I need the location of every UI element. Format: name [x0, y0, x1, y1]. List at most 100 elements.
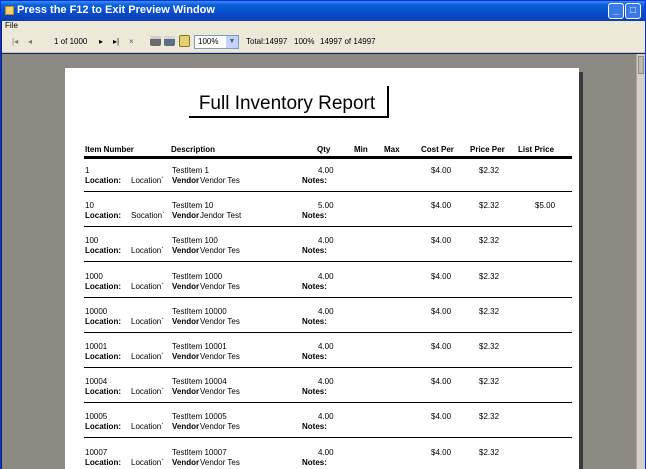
record-rule [84, 261, 572, 263]
record-row: 10005 TestItem 10005 4.00 $4.00 $2.32 Locatio… [84, 408, 572, 441]
minimize-icon[interactable]: _ [608, 3, 624, 19]
item-price: $2.32 [479, 377, 500, 387]
export-icon[interactable] [179, 35, 190, 47]
item-qty: 5.00 [318, 201, 334, 211]
item-cost: $4.00 [431, 201, 452, 211]
maximize-icon[interactable]: □ [625, 3, 641, 19]
vendor-label: Vendor [172, 352, 200, 361]
next-page-icon[interactable]: ▸ [99, 37, 103, 46]
location-value: Location` [131, 246, 164, 256]
item-price: $2.32 [479, 306, 500, 316]
location-value: Location` [131, 176, 164, 185]
record-row: 1000 TestItem 1000 4.00 $4.00 $2.32 Location:… [84, 268, 572, 301]
item-description: TestItem 10001 [172, 342, 227, 351]
item-description: TestItem 1 [172, 166, 209, 175]
item-qty: 4.00 [318, 447, 334, 457]
record-row: 10001 TestItem 10001 4.00 $4.00 $2.32 Locatio… [84, 338, 572, 371]
item-number: 10005 [85, 412, 108, 422]
item-qty: 4.00 [318, 412, 334, 422]
item-cost: $4.00 [431, 271, 452, 281]
item-qty: 4.00 [318, 377, 334, 387]
record-rule [84, 367, 572, 368]
record-rule [84, 402, 572, 404]
item-number: 10004 [85, 377, 108, 387]
record-row: 10007 TestItem 10007 4.00 $4.00 $2.32 Locatio… [84, 444, 572, 469]
last-page-icon[interactable]: ▸| [113, 37, 119, 46]
notes-label: Notes: [302, 387, 327, 397]
location-label: Location: [85, 281, 121, 291]
record-rule [84, 331, 572, 333]
item-cost: $4.00 [431, 342, 452, 351]
record-row: 1 TestItem 1 4.00 $4.00 $2.32 Location: Locati… [84, 162, 572, 195]
record-row: 10000 TestItem 10000 4.00 $4.00 $2.32 Locatio… [84, 303, 572, 336]
vendor-label: Vendor [172, 246, 200, 256]
preview-area[interactable]: Full Inventory Report Item Number Descri… [2, 54, 645, 469]
total-records: Total:14997 [246, 37, 288, 46]
menu-file[interactable]: File [5, 21, 18, 30]
location-value: Location` [131, 352, 164, 361]
item-description: TestItem 10005 [172, 412, 227, 422]
notes-label: Notes: [302, 352, 327, 361]
vendor-value: Vendor Tes [200, 316, 240, 326]
col-header-item-number: Item Number [85, 145, 134, 154]
notes-label: Notes: [302, 316, 327, 326]
vendor-label: Vendor [172, 316, 200, 326]
print-icon[interactable] [150, 36, 161, 46]
chevron-down-icon[interactable]: ▼ [226, 36, 238, 48]
col-header-description: Description [171, 145, 216, 154]
vendor-label: Vendor [172, 176, 200, 185]
scrollbar[interactable] [636, 54, 645, 469]
preview-window: Press the F12 to Exit Preview Window _ □… [0, 0, 646, 469]
item-number: 10007 [85, 447, 108, 457]
item-list-price: $5.00 [535, 201, 556, 211]
location-value: Location` [131, 316, 164, 326]
item-price: $2.32 [479, 412, 500, 422]
record-count: 14997 of 14997 [320, 37, 376, 46]
location-label: Location: [85, 316, 121, 326]
vendor-value: Vendor Tes [200, 246, 240, 256]
page-indicator[interactable]: 1 of 1000 [54, 37, 87, 46]
app-icon [5, 6, 14, 15]
print-setup-icon[interactable] [164, 36, 175, 46]
report-page: Full Inventory Report Item Number Descri… [65, 68, 579, 469]
title-bar[interactable]: Press the F12 to Exit Preview Window _ □ [1, 1, 645, 21]
item-cost: $4.00 [431, 377, 452, 387]
vendor-value: Vendor Tes [200, 352, 240, 361]
close-preview-icon[interactable]: × [129, 37, 134, 46]
item-description: TestItem 10007 [172, 447, 227, 457]
notes-label: Notes: [302, 176, 327, 185]
item-cost: $4.00 [431, 412, 452, 422]
item-qty: 4.00 [318, 166, 334, 175]
record-rule [84, 437, 572, 439]
record-row: 10 TestItem 10 5.00 $4.00 $2.32 $5.00 Location… [84, 197, 572, 230]
first-page-icon[interactable]: |◂ [12, 37, 18, 46]
zoom-status: 100% [294, 37, 315, 46]
item-number: 100 [85, 236, 99, 246]
scroll-thumb[interactable] [638, 56, 644, 74]
item-price: $2.32 [479, 166, 500, 175]
preview-toolbar: |◂ ◂ 1 of 1000 ▸ ▸| × 100% ▼ Total:14997… [2, 31, 645, 53]
location-label: Location: [85, 176, 121, 185]
item-description: TestItem 100 [172, 236, 218, 246]
item-cost: $4.00 [431, 166, 452, 175]
zoom-select[interactable]: 100% ▼ [194, 35, 239, 49]
item-cost: $4.00 [431, 447, 452, 457]
record-row: 100 TestItem 100 4.00 $4.00 $2.32 Location: Lo… [84, 232, 572, 265]
item-number: 1000 [85, 271, 103, 281]
item-price: $2.32 [479, 236, 500, 246]
item-price: $2.32 [479, 201, 500, 211]
location-value: Location` [131, 422, 164, 432]
item-cost: $4.00 [431, 306, 452, 316]
col-header-qty: Qty [317, 145, 331, 154]
prev-page-icon[interactable]: ◂ [28, 37, 32, 46]
item-qty: 4.00 [318, 342, 334, 351]
notes-label: Notes: [302, 281, 327, 291]
item-qty: 4.00 [318, 306, 334, 316]
vendor-value: Jendor Test [200, 211, 242, 221]
report-title-box: Full Inventory Report [189, 86, 389, 118]
vendor-label: Vendor [172, 387, 200, 397]
location-label: Location: [85, 352, 121, 361]
location-label: Location: [85, 387, 121, 397]
location-value: Location` [131, 281, 164, 291]
notes-label: Notes: [302, 422, 327, 432]
